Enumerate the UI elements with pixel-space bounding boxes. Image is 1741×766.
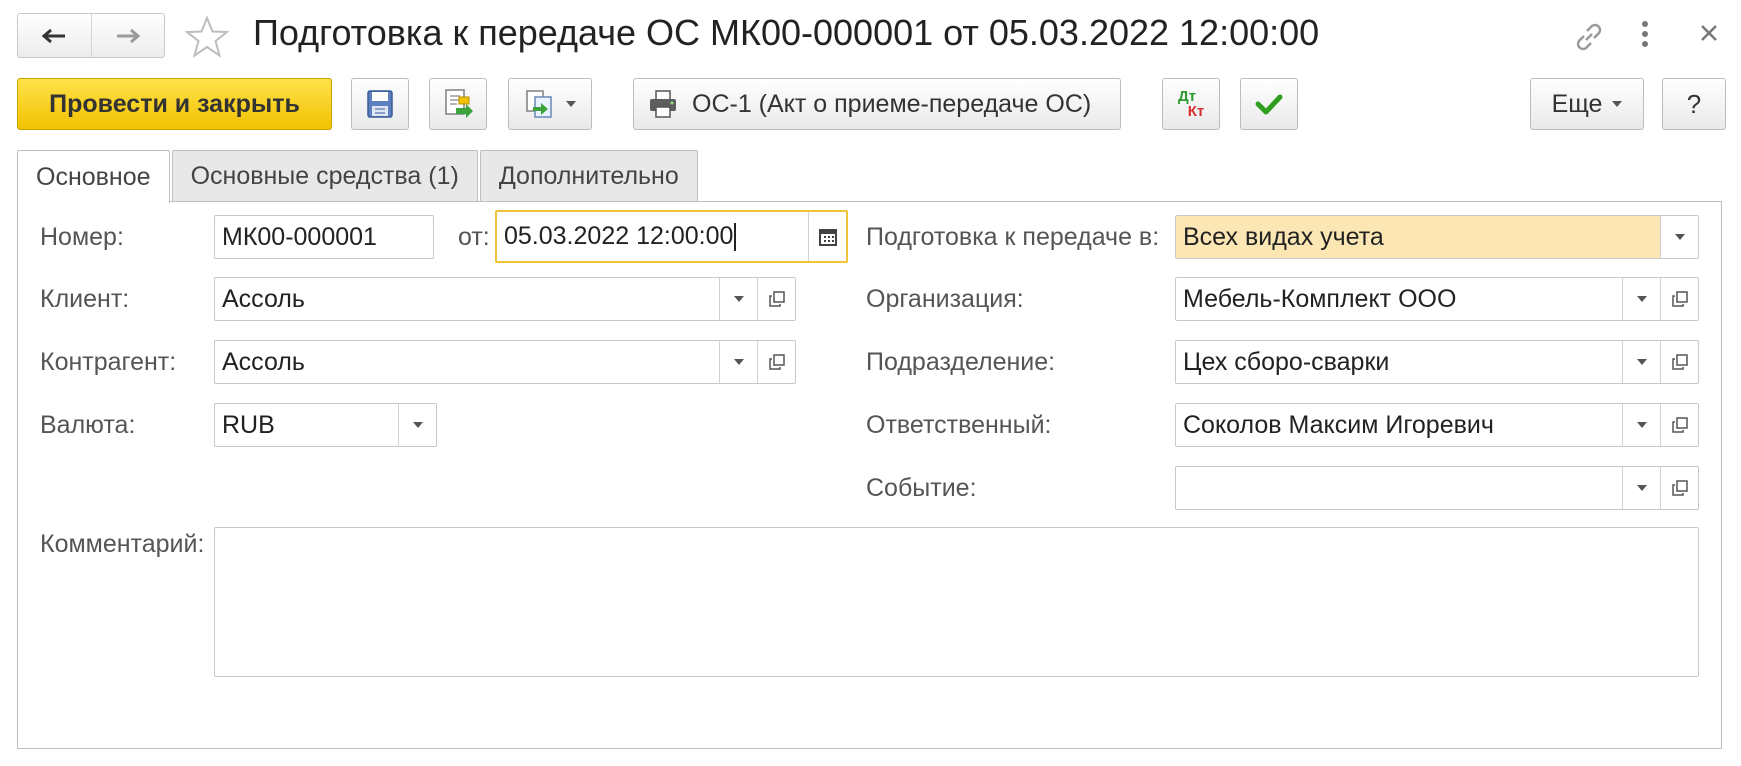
dt-label: Дт xyxy=(1177,88,1197,105)
date-label: от: xyxy=(458,223,490,251)
create-based-on-icon xyxy=(526,90,552,118)
comment-textarea[interactable] xyxy=(214,527,1699,677)
organization-value: Мебель-Комплект ООО xyxy=(1183,284,1457,313)
print-act-label: ОС-1 (Акт о приеме-передаче ОС) xyxy=(692,89,1092,118)
printer-icon xyxy=(650,90,676,118)
chevron-down-icon xyxy=(1636,359,1647,365)
kebab-menu-icon[interactable] xyxy=(1640,20,1650,50)
division-value: Цех сборо-сварки xyxy=(1183,347,1390,376)
floppy-disk-icon xyxy=(367,90,393,118)
print-act-button[interactable]: ОС-1 (Акт о приеме-передаче ОС) xyxy=(633,78,1121,130)
chevron-down-icon xyxy=(1636,296,1647,302)
client-open-button[interactable] xyxy=(757,278,795,320)
client-value: Ассоль xyxy=(222,284,305,313)
date-value: 05.03.2022 12:00:00 xyxy=(504,222,734,250)
more-label: Еще xyxy=(1551,89,1603,118)
chevron-down-icon xyxy=(566,101,576,107)
division-label: Подразделение: xyxy=(866,348,1056,376)
post-document-icon xyxy=(445,89,473,118)
organization-label: Организация: xyxy=(866,285,1024,313)
client-field[interactable]: Ассоль xyxy=(214,277,796,321)
tab-bar: Основное Основные средства (1) Дополните… xyxy=(17,150,700,203)
counterparty-field[interactable]: Ассоль xyxy=(214,340,796,384)
number-value: МК00-000001 xyxy=(222,222,377,251)
prepare-in-dropdown-button[interactable] xyxy=(1660,216,1698,258)
more-button[interactable]: Еще xyxy=(1530,78,1644,130)
chevron-down-icon xyxy=(733,359,744,365)
chevron-down-icon xyxy=(412,422,423,428)
back-button[interactable] xyxy=(18,14,91,57)
prepare-in-field[interactable]: Всех видах учета xyxy=(1175,215,1699,259)
chevron-down-icon xyxy=(1674,234,1685,240)
prepare-in-label: Подготовка к передаче в: xyxy=(866,223,1160,251)
open-form-icon xyxy=(1671,354,1688,370)
client-dropdown-button[interactable] xyxy=(719,278,757,320)
open-form-icon xyxy=(1671,417,1688,433)
chevron-down-icon xyxy=(1612,101,1623,107)
responsible-open-button[interactable] xyxy=(1660,404,1698,446)
save-button[interactable] xyxy=(351,78,409,130)
organization-field[interactable]: Мебель-Комплект ООО xyxy=(1175,277,1699,321)
responsible-dropdown-button[interactable] xyxy=(1622,404,1660,446)
number-label: Номер: xyxy=(40,223,124,251)
currency-value: RUB xyxy=(222,410,275,439)
event-open-button[interactable] xyxy=(1660,467,1698,509)
dt-kt-button[interactable]: Дт Кт xyxy=(1162,78,1220,130)
currency-label: Валюта: xyxy=(40,411,136,439)
number-field[interactable]: МК00-000001 xyxy=(214,215,434,259)
event-value xyxy=(1176,467,1622,509)
calendar-icon xyxy=(818,228,837,246)
chevron-down-icon xyxy=(1636,422,1647,428)
open-form-icon xyxy=(768,291,785,307)
event-label: Событие: xyxy=(866,474,977,502)
division-field[interactable]: Цех сборо-сварки xyxy=(1175,340,1699,384)
client-label: Клиент: xyxy=(40,285,130,313)
responsible-label: Ответственный: xyxy=(866,411,1052,439)
date-field[interactable]: 05.03.2022 12:00:00 xyxy=(495,210,848,263)
close-icon[interactable] xyxy=(1698,22,1720,44)
navigation-group xyxy=(17,13,165,58)
chevron-down-icon xyxy=(733,296,744,302)
division-dropdown-button[interactable] xyxy=(1622,341,1660,383)
currency-field[interactable]: RUB xyxy=(214,403,437,447)
responsible-value: Соколов Максим Игоревич xyxy=(1183,410,1494,439)
comment-label: Комментарий: xyxy=(40,530,205,558)
division-open-button[interactable] xyxy=(1660,341,1698,383)
forward-button[interactable] xyxy=(90,14,165,57)
post-button[interactable] xyxy=(429,78,487,130)
event-dropdown-button[interactable] xyxy=(1622,467,1660,509)
counterparty-dropdown-button[interactable] xyxy=(719,341,757,383)
kt-label: Кт xyxy=(1187,103,1205,120)
create-based-on-button[interactable] xyxy=(508,78,592,130)
organization-dropdown-button[interactable] xyxy=(1622,278,1660,320)
star-icon[interactable] xyxy=(185,16,229,58)
counterparty-value: Ассоль xyxy=(222,347,305,376)
organization-open-button[interactable] xyxy=(1660,278,1698,320)
open-form-icon xyxy=(1671,480,1688,496)
checkmark-icon xyxy=(1255,94,1283,115)
link-icon[interactable] xyxy=(1572,20,1606,54)
arrow-right-icon xyxy=(116,28,141,43)
text-cursor xyxy=(734,222,737,251)
document-title: Подготовка к передаче ОС МК00-000001 от … xyxy=(253,12,1320,53)
counterparty-open-button[interactable] xyxy=(757,341,795,383)
calendar-button[interactable] xyxy=(808,212,846,261)
tab-fixed-assets[interactable]: Основные средства (1) xyxy=(171,150,478,202)
check-button[interactable] xyxy=(1240,78,1298,130)
counterparty-label: Контрагент: xyxy=(40,348,177,376)
prepare-in-value: Всех видах учета xyxy=(1183,222,1384,251)
tab-additional[interactable]: Дополнительно xyxy=(479,150,698,202)
event-field[interactable] xyxy=(1175,466,1699,510)
currency-dropdown-button[interactable] xyxy=(398,404,436,446)
arrow-left-icon xyxy=(41,28,66,43)
responsible-field[interactable]: Соколов Максим Игоревич xyxy=(1175,403,1699,447)
open-form-icon xyxy=(1671,291,1688,307)
help-button[interactable]: ? xyxy=(1662,78,1726,130)
open-form-icon xyxy=(768,354,785,370)
tab-main[interactable]: Основное xyxy=(17,150,170,203)
post-and-close-button[interactable]: Провести и закрыть xyxy=(17,78,332,130)
chevron-down-icon xyxy=(1636,485,1647,491)
